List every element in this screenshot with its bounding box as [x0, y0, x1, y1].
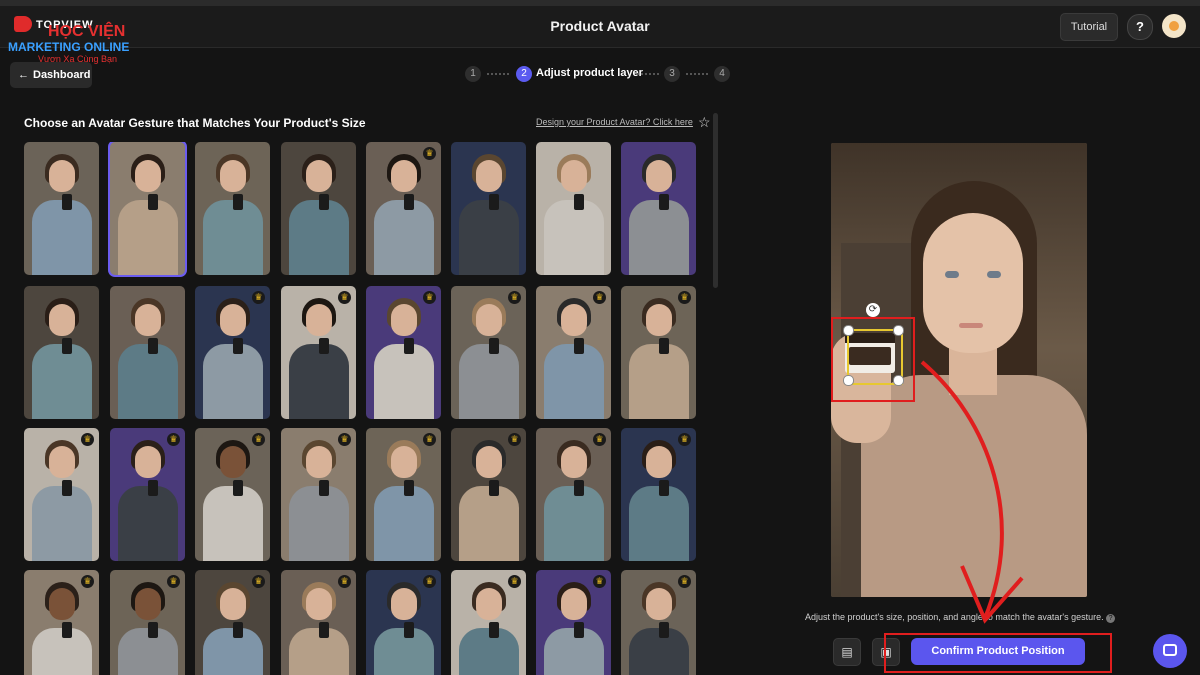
annotation-arrow [920, 360, 1024, 624]
